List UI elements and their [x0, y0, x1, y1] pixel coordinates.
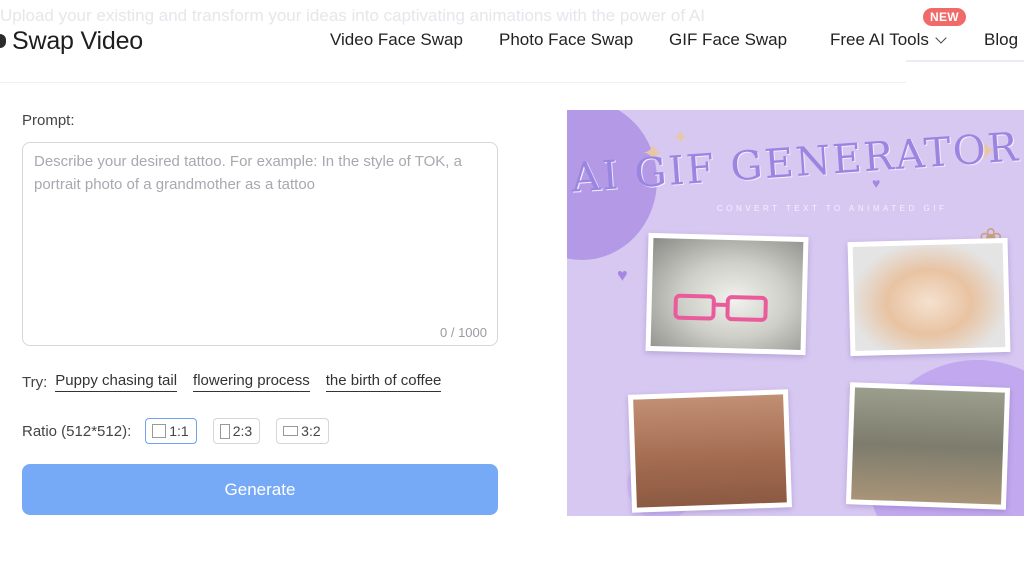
- logo-icon: [0, 34, 6, 48]
- nav-video-face-swap[interactable]: Video Face Swap: [330, 30, 463, 50]
- generate-button[interactable]: Generate: [22, 464, 498, 515]
- try-suggestion-coffee[interactable]: the birth of coffee: [325, 372, 442, 392]
- nav-blog[interactable]: Blog: [984, 30, 1018, 50]
- prompt-label: Prompt:: [22, 112, 75, 129]
- rover-image: [633, 394, 787, 508]
- square-ratio-icon: [152, 424, 167, 438]
- goat-photo: [645, 232, 809, 356]
- ratio-option-label: 3:2: [301, 423, 321, 439]
- ai-gif-generator-banner: ✦ ✦ ✦ ♥ ♥ ❀ AI GIF GENERATOR CONVERT TEX…: [567, 110, 1024, 516]
- logo-text: Swap Video: [12, 26, 143, 55]
- site-logo[interactable]: Swap Video: [0, 24, 143, 58]
- ratio-option-label: 1:1: [169, 423, 189, 439]
- nav-free-ai-tools-label: Free AI Tools: [830, 30, 929, 49]
- goat-image: [650, 238, 804, 350]
- try-suggestion-flowering[interactable]: flowering process: [193, 372, 310, 392]
- kitten-photo: [847, 237, 1011, 357]
- ratio-option-2-3[interactable]: 2:3: [212, 418, 261, 444]
- ratio-selector: Ratio (512*512): 1:1 2:3 3:2: [22, 418, 345, 444]
- background-hero-text: Upload your existing and transform your …: [0, 6, 705, 25]
- nav-gif-face-swap[interactable]: GIF Face Swap: [669, 30, 787, 50]
- glasses-icon: [673, 293, 774, 327]
- try-suggestions: Try: Puppy chasing tail flowering proces…: [22, 372, 457, 392]
- nav-free-ai-tools[interactable]: Free AI Tools: [830, 30, 947, 50]
- ratio-option-1-1[interactable]: 1:1: [145, 418, 197, 444]
- header-divider: [906, 60, 1024, 62]
- banner-subtitle: CONVERT TEXT TO ANIMATED GIF: [717, 204, 948, 213]
- kitten-image: [852, 243, 1006, 351]
- try-suggestion-puppy[interactable]: Puppy chasing tail: [55, 372, 178, 392]
- squirrel-image: [851, 387, 1005, 505]
- rover-photo: [627, 389, 793, 513]
- character-counter: 0 / 1000: [440, 325, 487, 340]
- heart-icon: ♥: [617, 265, 628, 285]
- top-header: Upload your existing and transform your …: [0, 0, 1024, 82]
- try-label: Try:: [22, 373, 48, 391]
- ratio-label: Ratio (512*512):: [22, 422, 132, 440]
- ratio-option-label: 2:3: [232, 423, 253, 439]
- nav-photo-face-swap[interactable]: Photo Face Swap: [499, 30, 633, 50]
- new-badge: NEW: [923, 8, 966, 26]
- portrait-ratio-icon: [219, 423, 230, 439]
- landscape-ratio-icon: [283, 426, 299, 436]
- chevron-down-icon: [935, 32, 947, 44]
- ratio-option-3-2[interactable]: 3:2: [276, 418, 329, 444]
- sparkle-icon: ✦: [672, 127, 689, 149]
- squirrel-photo: [845, 382, 1011, 510]
- prompt-input[interactable]: [23, 143, 497, 345]
- prompt-box: 0 / 1000: [22, 142, 498, 346]
